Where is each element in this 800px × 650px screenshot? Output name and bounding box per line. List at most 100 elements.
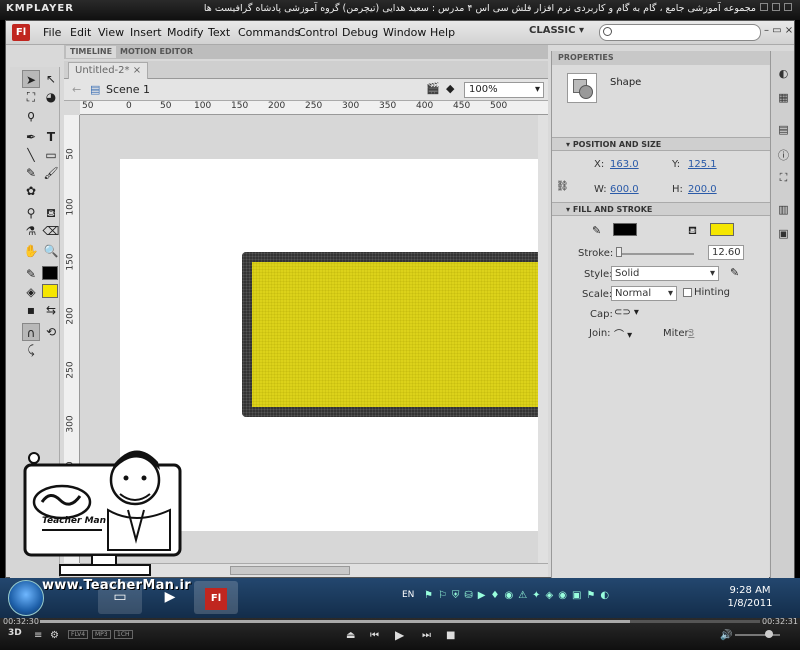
transform-panel-icon[interactable]: ⛶ [777,171,790,184]
ruler-tick: 300 [342,101,360,111]
rectangle-tool-icon[interactable]: ▭ [42,146,60,164]
eject-icon[interactable]: ⏏ [346,630,355,641]
playlist-icon[interactable]: ≡ [34,630,42,641]
previous-icon[interactable]: ⏮ [370,630,379,641]
subselection-tool-icon[interactable]: ↖ [42,70,60,88]
scale-select[interactable]: Normal ▾ [611,286,677,301]
menu-commands[interactable]: Commands [238,26,300,39]
section-fill-stroke[interactable]: ▾ FILL AND STROKE [552,202,770,216]
y-value[interactable]: 125.1 [688,159,717,170]
flash-logo: Fl [12,24,30,41]
stroke-color-swatch[interactable] [42,266,58,280]
brush-tool-icon[interactable]: 🖌 [42,164,60,182]
stroke-width-input[interactable]: 12.60 [708,245,744,260]
edit-stroke-style-icon[interactable]: ✎ [730,266,739,279]
line-tool-icon[interactable]: ╲ [22,146,40,164]
menu-window[interactable]: Window [383,26,426,39]
black-white-icon[interactable]: ▪ [22,301,40,319]
3d-rotation-tool-icon[interactable]: ◕ [42,88,60,106]
eyedropper-tool-icon[interactable]: ⚗ [22,222,40,240]
swap-colors-icon[interactable]: ⇆ [42,301,60,319]
fill-color-swatch[interactable] [42,284,58,298]
smooth-icon[interactable]: ⟲ [42,323,60,341]
edit-symbol-icon[interactable]: ◆ [446,82,454,95]
play-icon[interactable]: ▶ [395,628,404,642]
vertical-scrollbar[interactable] [538,115,548,563]
section-position-size[interactable]: ▾ POSITION AND SIZE [552,137,770,151]
app-window-controls[interactable]: – ▭ × [764,25,794,39]
player-window-controls[interactable] [760,3,796,15]
rectangle-shape-fill[interactable] [252,262,548,407]
miter-value[interactable]: 3 [688,328,694,339]
stroke-slider-thumb[interactable] [616,247,622,257]
menu-edit[interactable]: Edit [70,26,91,39]
tab-motion-editor[interactable]: MOTION EDITOR [116,46,197,58]
stop-icon[interactable]: ■ [446,630,455,641]
volume-slider[interactable] [735,634,780,636]
cap-select[interactable]: ⊂⊃ ▾ [614,307,639,318]
clock[interactable]: 9:28 AM 1/8/2011 [726,584,774,610]
color-panel-icon[interactable]: ◐ [777,67,790,80]
menu-debug[interactable]: Debug [342,26,378,39]
zoom-tool-icon[interactable]: 🔍 [42,242,60,260]
snap-to-objects-icon[interactable]: ∩ [22,323,40,341]
menu-text[interactable]: Text [208,26,230,39]
next-icon[interactable]: ⏭ [422,630,431,641]
pencil-tool-icon[interactable]: ✎ [22,164,40,182]
selection-tool-icon[interactable]: ➤ [22,70,40,88]
text-tool-icon[interactable]: T [42,128,60,146]
lock-aspect-icon[interactable]: ⛓ [556,181,569,192]
scrollbar-thumb[interactable] [230,566,350,575]
free-transform-tool-icon[interactable]: ⛶ [22,88,40,106]
input-language[interactable]: EN [402,590,414,600]
bone-tool-icon[interactable]: ⚲ [22,204,40,222]
zoom-select[interactable]: 100% ▾ [464,82,544,98]
edit-bar: ← ▤ Scene 1 🎬 ◆ 100% ▾ [64,79,548,101]
align-panel-icon[interactable]: ▤ [777,123,790,136]
height-value[interactable]: 200.0 [688,184,717,195]
menu-file[interactable]: File [43,26,61,39]
help-search-input[interactable] [599,24,761,41]
3d-button[interactable]: 3D [8,628,22,638]
workspace-switcher[interactable]: CLASSIC ▾ [529,25,584,36]
swatches-panel-icon[interactable]: ▦ [777,91,790,104]
fill-color-swatch[interactable] [710,223,734,236]
menu-help[interactable]: Help [430,26,455,39]
width-value[interactable]: 600.0 [610,184,639,195]
lasso-tool-icon[interactable]: ϙ [22,106,40,124]
stroke-color-swatch[interactable] [613,223,637,236]
document-tab[interactable]: Untitled-2* × [68,62,149,79]
seek-bar[interactable] [40,620,760,623]
menu-control[interactable]: Control [298,26,338,39]
back-arrow-icon[interactable]: ← [72,83,81,96]
stroke-slider[interactable] [618,253,694,255]
deco-tool-icon[interactable]: ✿ [22,182,40,200]
close-document-icon[interactable]: × [133,65,141,76]
straighten-icon[interactable]: ⤹ [22,341,40,359]
info-panel-icon[interactable]: ⓘ [777,147,790,162]
settings-icon[interactable]: ⚙ [50,630,59,641]
close-icon[interactable] [784,3,792,11]
hand-tool-icon[interactable]: ✋ [22,242,40,260]
flash-taskbar-icon[interactable]: Fl [194,581,238,614]
volume-icon[interactable]: 🔊 [720,630,732,641]
library-panel-icon[interactable]: ▥ [777,203,790,216]
join-select[interactable]: ⌒ ▾ [614,326,632,341]
eraser-tool-icon[interactable]: ⌫ [42,222,60,240]
tab-timeline[interactable]: TIMELINE [66,46,117,58]
components-panel-icon[interactable]: ▣ [777,227,790,240]
edit-scene-icon[interactable]: 🎬 [426,82,440,95]
menu-view[interactable]: View [98,26,124,39]
minimize-icon[interactable] [760,3,768,11]
x-value[interactable]: 163.0 [610,159,639,170]
style-select[interactable]: Solid ▾ [611,266,719,281]
hinting-checkbox[interactable] [683,288,692,297]
menu-insert[interactable]: Insert [130,26,162,39]
maximize-icon[interactable] [772,3,780,11]
menu-modify[interactable]: Modify [167,26,203,39]
start-button[interactable] [8,580,44,616]
volume-slider-thumb[interactable] [765,630,773,638]
paint-bucket-tool-icon[interactable]: ⛾ [42,204,60,222]
pen-tool-icon[interactable]: ✒ [22,128,40,146]
system-tray-icons[interactable]: ⚑⚐⛨⛁▶♦◉⚠✦◈◉▣⚑◐ [424,590,714,604]
